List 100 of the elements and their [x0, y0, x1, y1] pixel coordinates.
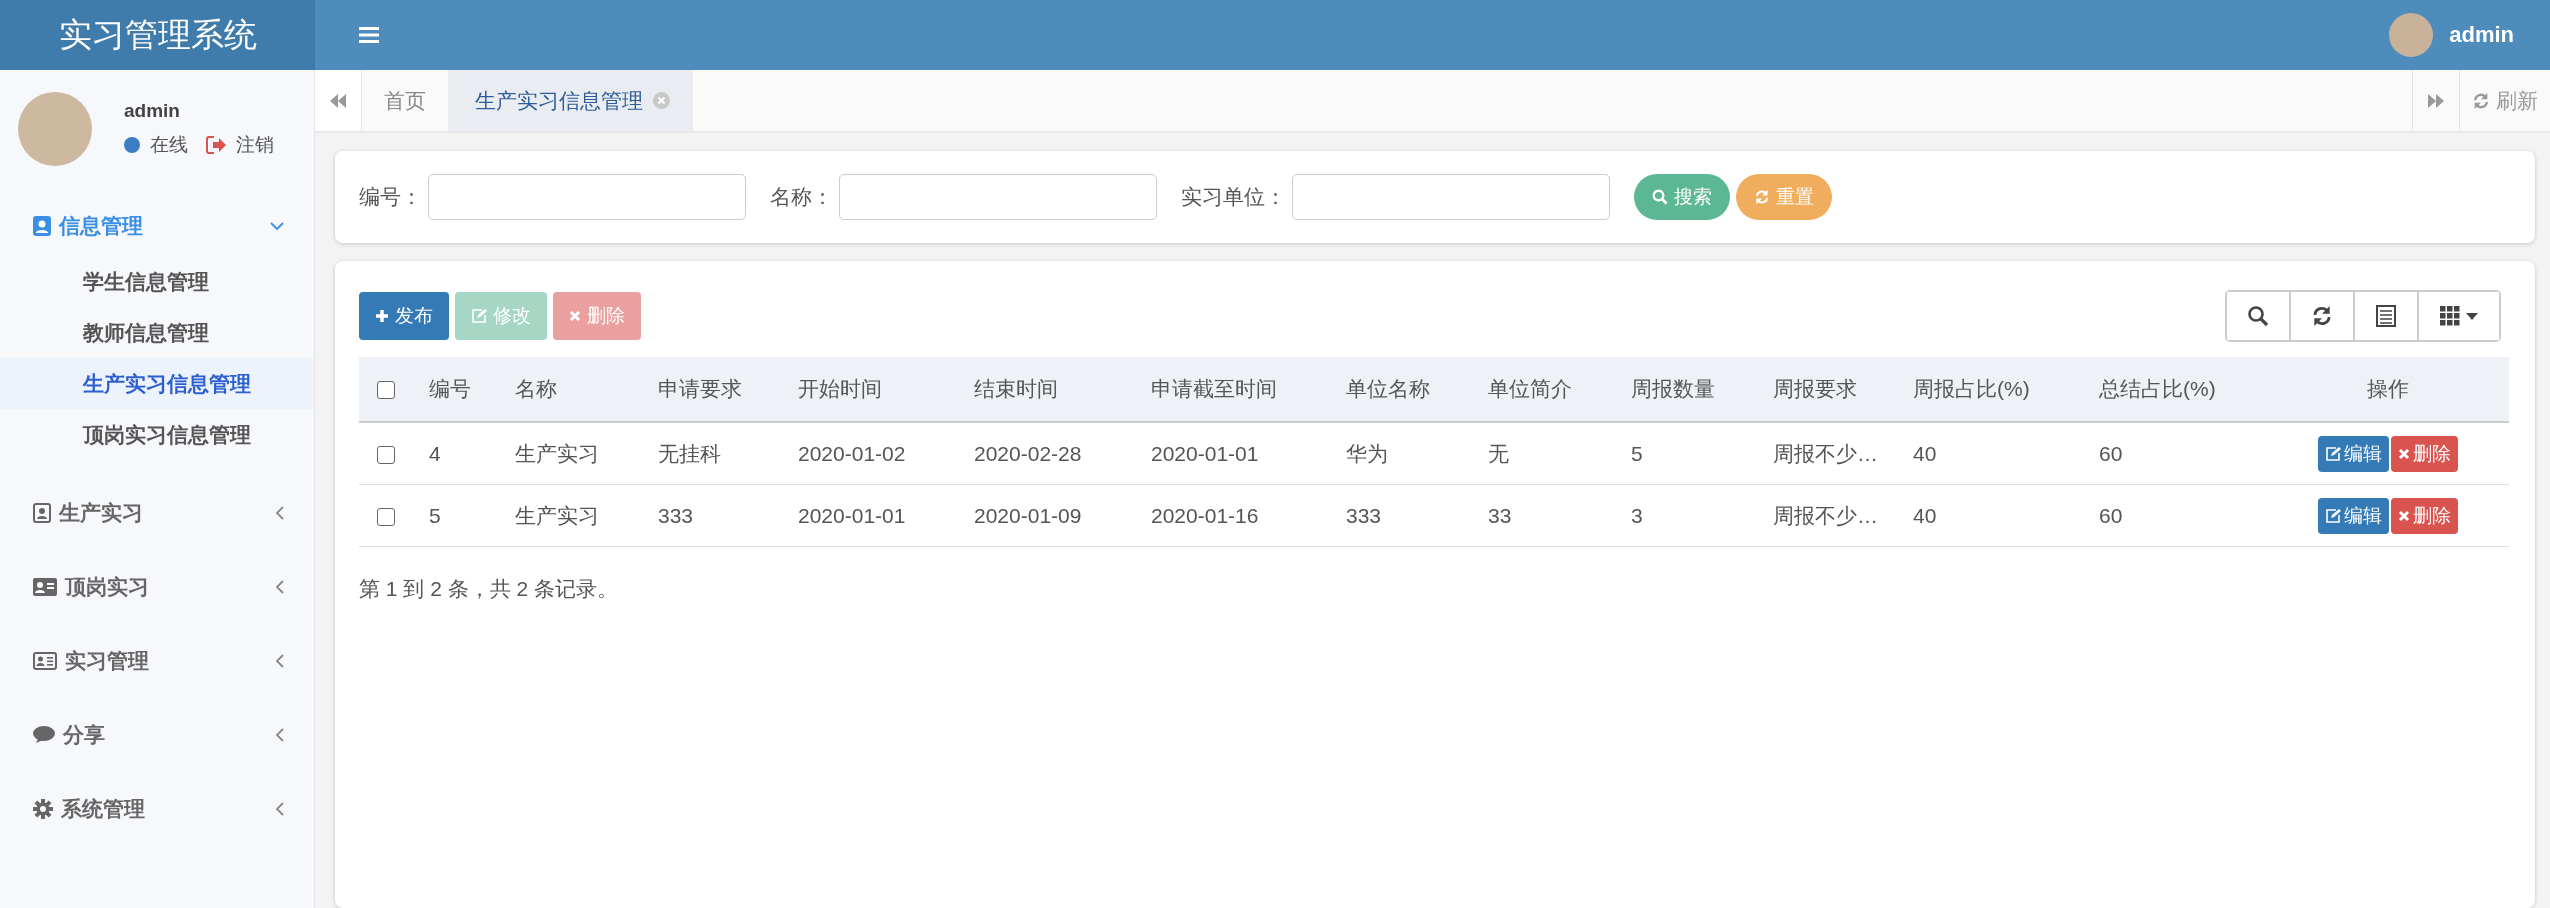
- table-cell: 60: [2099, 503, 2123, 527]
- input-field[interactable]: [1292, 174, 1610, 220]
- chevron-left-icon: [275, 654, 284, 668]
- chevron-down-icon: [270, 221, 284, 231]
- column-header: 结束时间: [974, 377, 1058, 400]
- input-field[interactable]: [428, 174, 746, 220]
- user-name[interactable]: admin: [2449, 22, 2514, 48]
- edit-button[interactable]: 编辑: [2318, 435, 2389, 472]
- status-text: 在线: [150, 133, 188, 157]
- sidebar-menu-item[interactable]: 实习管理: [0, 624, 314, 698]
- checkbox[interactable]: [377, 381, 395, 400]
- table-cell: 4: [429, 441, 441, 465]
- table-cell: 333: [1346, 503, 1382, 527]
- search-button[interactable]: 搜索: [1634, 174, 1730, 220]
- table-cell: 60: [2099, 441, 2123, 465]
- table-cell: 333: [658, 503, 694, 527]
- edit-icon: [2325, 445, 2341, 462]
- sidebar-menu-item[interactable]: 生产实习: [0, 476, 314, 550]
- contact-card-icon: [33, 503, 51, 523]
- table-cell: 2020-01-01: [798, 503, 906, 527]
- table-cell: 生产实习: [515, 503, 599, 527]
- scroll-left-button[interactable]: [315, 70, 362, 131]
- speech-bubble-icon: [33, 726, 55, 744]
- close-icon: [2398, 509, 2410, 522]
- sidebar-submenu-item[interactable]: 顶岗实习信息管理: [0, 409, 314, 460]
- sidebar-submenu-item[interactable]: 生产实习信息管理: [0, 358, 314, 409]
- sign-out-icon[interactable]: [206, 136, 226, 154]
- backward-icon: [329, 93, 347, 108]
- sidebar-menu-item[interactable]: 系统管理: [0, 772, 314, 846]
- column-header: 申请要求: [658, 377, 742, 400]
- sidebar-menu-item[interactable]: 顶岗实习: [0, 550, 314, 624]
- table-cell: 无挂科: [658, 441, 721, 465]
- column-header: 单位简介: [1488, 377, 1572, 400]
- id-card-icon: [33, 578, 57, 596]
- add-button[interactable]: 发布: [359, 292, 449, 340]
- column-header: 操作: [2367, 377, 2409, 400]
- app-title: 实习管理系统: [0, 0, 315, 70]
- table-cell: 33: [1488, 503, 1512, 527]
- search-icon: [1652, 189, 1668, 205]
- column-header: 周报占比(%): [1913, 377, 2030, 400]
- gear-icon: [33, 799, 53, 819]
- edit-button[interactable]: 编辑: [2318, 497, 2389, 534]
- column-header: 单位名称: [1346, 377, 1430, 400]
- field-label: 实习单位：: [1181, 184, 1286, 210]
- logout-link[interactable]: 注销: [236, 132, 274, 158]
- input-field[interactable]: [839, 174, 1157, 220]
- refresh-icon: [1754, 189, 1770, 205]
- pagination-info: 第 1 到 2 条，共 2 条记录。: [359, 576, 619, 602]
- menu-icon[interactable]: [359, 26, 379, 44]
- grid-icon: [2440, 306, 2460, 326]
- table-cell: 5: [1631, 441, 1643, 465]
- chevron-left-icon: [275, 728, 284, 742]
- refresh-button[interactable]: 刷新: [2459, 70, 2550, 131]
- table-cell: 40: [1913, 441, 1937, 465]
- table-cell: 华为: [1346, 441, 1388, 465]
- column-header: 周报数量: [1631, 377, 1715, 400]
- edit-icon: [471, 308, 487, 324]
- delete-button[interactable]: 删除: [2391, 435, 2458, 472]
- online-status-dot: [124, 137, 140, 153]
- table-cell: 2020-01-09: [974, 503, 1082, 527]
- column-header: 名称: [515, 377, 557, 400]
- table-cell: 2020-01-16: [1151, 503, 1259, 527]
- forward-icon: [2427, 93, 2445, 108]
- column-header: 周报要求: [1773, 377, 1857, 400]
- chevron-left-icon: [275, 506, 284, 520]
- sidebar-menu-item[interactable]: 分享: [0, 698, 314, 772]
- table-cell: 2020-01-02: [798, 441, 906, 465]
- refresh-icon: [2311, 305, 2333, 327]
- checkbox[interactable]: [377, 507, 395, 526]
- sidebar-submenu-item[interactable]: 学生信息管理: [0, 256, 314, 307]
- search-button[interactable]: [2227, 292, 2291, 340]
- sidebar-menu-item[interactable]: 信息管理: [0, 196, 314, 256]
- table-cell: 3: [1631, 503, 1643, 527]
- plus-icon: [375, 309, 389, 323]
- column-header: 编号: [429, 377, 471, 400]
- table-cell: 2020-01-01: [1151, 441, 1259, 465]
- checkbox[interactable]: [377, 445, 395, 464]
- field-label: 名称：: [770, 184, 833, 210]
- delete-button[interactable]: 删除: [2391, 497, 2458, 534]
- edit-icon: [2325, 507, 2341, 524]
- table-cell: 无: [1488, 441, 1509, 465]
- close-icon: [569, 310, 581, 322]
- list-icon: [2376, 305, 2396, 327]
- table-cell: 5: [429, 503, 441, 527]
- field-label: 编号：: [359, 184, 422, 210]
- page-tab[interactable]: 生产实习信息管理: [449, 70, 693, 131]
- column-header: 申请截至时间: [1151, 377, 1277, 400]
- chevron-left-icon: [275, 580, 284, 594]
- column-header: 开始时间: [798, 377, 882, 400]
- id-card-icon: [33, 652, 57, 670]
- caret-icon: [2466, 312, 2478, 320]
- chevron-left-icon: [275, 802, 284, 816]
- column-header: 总结占比(%): [2099, 377, 2216, 400]
- close-icon: [2398, 447, 2410, 460]
- sidebar-submenu-item[interactable]: 教师信息管理: [0, 307, 314, 358]
- contact-card-icon: [33, 216, 51, 236]
- refresh-icon: [2472, 91, 2490, 110]
- table-cell: 生产实习: [515, 441, 599, 465]
- search-icon: [2247, 305, 2269, 327]
- table-cell: 周报不少…: [1773, 441, 1878, 465]
